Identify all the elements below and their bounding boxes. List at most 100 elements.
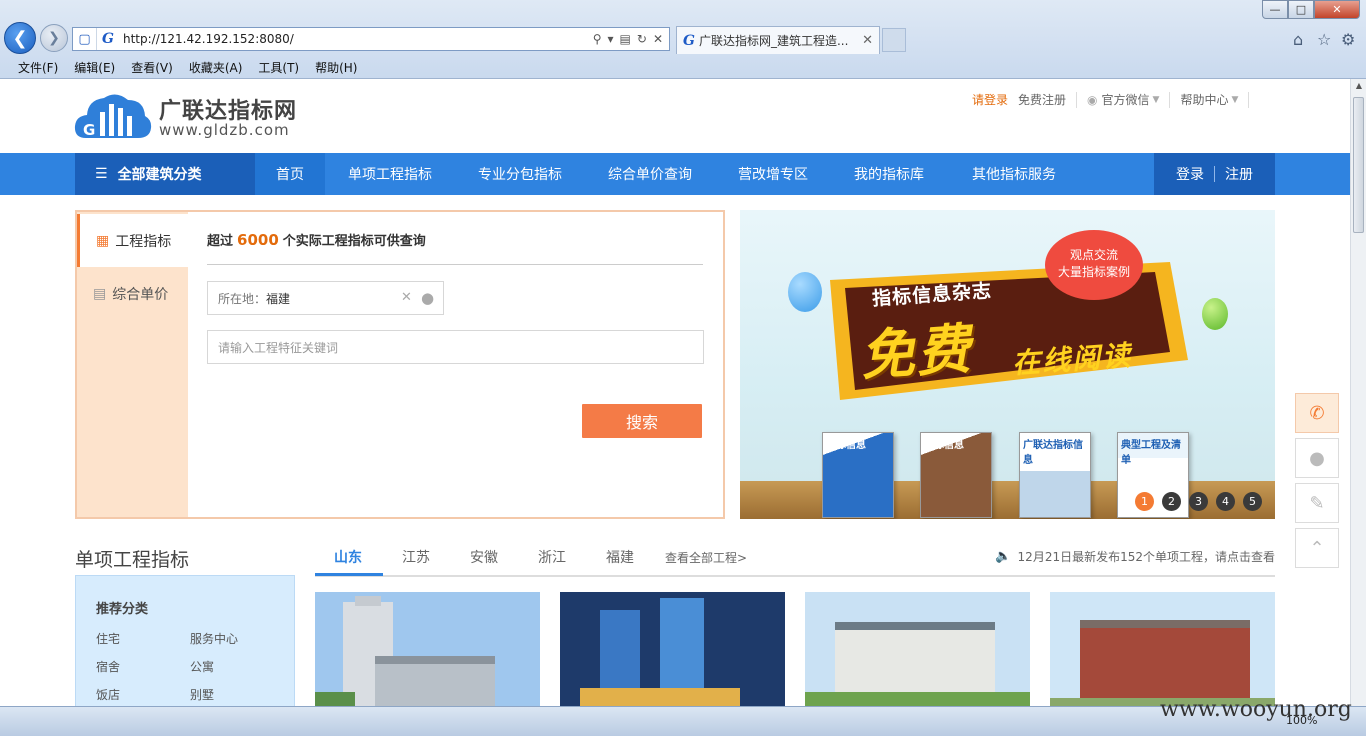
tab-unit-price[interactable]: ▤ 综合单价 xyxy=(77,267,188,320)
favorites-star-icon[interactable]: ☆ xyxy=(1317,30,1331,49)
recommend-item[interactable]: 服务中心 xyxy=(190,630,238,647)
menu-help[interactable]: 帮助(H) xyxy=(315,59,357,76)
region-tab-fujian[interactable]: 福建 xyxy=(606,547,634,567)
menu-view[interactable]: 查看(V) xyxy=(131,59,173,76)
building-photo xyxy=(805,592,1030,706)
nav-item-subcontract[interactable]: 专业分包指标 xyxy=(455,153,585,195)
pager-dot[interactable]: 2 xyxy=(1162,492,1181,511)
maximize-button[interactable]: □ xyxy=(1288,0,1314,19)
new-tab-button[interactable] xyxy=(882,28,906,52)
pager-dot[interactable]: 3 xyxy=(1189,492,1208,511)
search-icon[interactable]: ⚲ xyxy=(593,32,602,46)
recommend-panel: 推荐分类 住宅 服务中心 宿舍 公寓 饭店 别墅 xyxy=(75,575,295,706)
nav-item-my-library[interactable]: 我的指标库 xyxy=(831,153,947,195)
menu-edit[interactable]: 编辑(E) xyxy=(74,59,115,76)
region-tab-jiangsu[interactable]: 江苏 xyxy=(402,547,430,567)
project-thumbnail[interactable] xyxy=(560,592,785,706)
url-text[interactable]: http://121.42.192.152:8080/ xyxy=(119,32,593,46)
menu-favorites[interactable]: 收藏夹(A) xyxy=(189,59,243,76)
wechat-link[interactable]: 官方微信 xyxy=(1102,91,1150,108)
pager-dot[interactable]: 5 xyxy=(1243,492,1262,511)
zoom-level[interactable]: 100% xyxy=(1286,714,1317,727)
nav-login[interactable]: 登录 xyxy=(1176,164,1204,184)
feedback-button[interactable]: ✎ xyxy=(1295,483,1339,523)
search-panel: ▦ 工程指标 ▤ 综合单价 超过 6000 个实际工程指标可供查询 所在地： 福建 … xyxy=(75,210,725,519)
site-logo[interactable]: G 广联达指标网 www.gldzb.com xyxy=(74,90,304,142)
divider xyxy=(207,264,703,265)
project-thumbnail[interactable] xyxy=(315,592,540,706)
building-photo xyxy=(315,592,540,706)
close-button[interactable]: ✕ xyxy=(1314,0,1360,19)
login-link[interactable]: 请登录 xyxy=(972,91,1008,108)
banner-pager: 1 2 3 4 5 xyxy=(1135,492,1262,511)
nav-item-other-services[interactable]: 其他指标服务 xyxy=(947,153,1081,195)
settings-gear-icon[interactable]: ⚙ xyxy=(1341,30,1355,49)
stat-prefix: 超过 xyxy=(207,234,234,249)
menu-tools[interactable]: 工具(T) xyxy=(258,59,299,76)
chevron-down-icon: ▼ xyxy=(1152,94,1160,105)
browser-tab[interactable]: G 广联达指标网_建筑工程造... ✕ xyxy=(676,26,880,54)
menu-file[interactable]: 文件(F) xyxy=(18,59,58,76)
recommend-item[interactable]: 别墅 xyxy=(190,686,214,703)
phone-button[interactable]: ✆ xyxy=(1295,393,1339,433)
region-tabs: 山东 江苏 安徽 浙江 福建 查看全部工程> 🔈 12月21日最新发布152个单… xyxy=(315,539,1275,577)
pager-dot[interactable]: 4 xyxy=(1216,492,1235,511)
help-link[interactable]: 帮助中心 xyxy=(1180,91,1228,108)
region-tab-anhui[interactable]: 安徽 xyxy=(470,547,498,567)
arrow-right-icon: ❯ xyxy=(48,30,60,46)
register-link[interactable]: 免费注册 xyxy=(1018,91,1066,108)
stat-suffix: 个实际工程指标可供查询 xyxy=(282,234,426,249)
back-to-top-button[interactable]: ⌃ xyxy=(1295,528,1339,568)
refresh-icon[interactable]: ↻ xyxy=(637,32,647,46)
book-title: 指标信息 xyxy=(924,440,964,451)
search-tabs: ▦ 工程指标 ▤ 综合单价 xyxy=(77,212,188,517)
view-all-link[interactable]: 查看全部工程> xyxy=(665,549,747,566)
back-button[interactable]: ❮ xyxy=(4,22,36,54)
nav-register[interactable]: 注册 xyxy=(1225,164,1253,184)
clear-icon[interactable]: ✕ xyxy=(401,290,412,305)
nav-item-home[interactable]: 首页 xyxy=(255,153,325,195)
compat-shield-icon[interactable]: ▢ xyxy=(73,28,97,50)
search-stat: 超过 6000 个实际工程指标可供查询 xyxy=(207,230,426,249)
minimize-button[interactable]: — xyxy=(1262,0,1288,19)
notice[interactable]: 🔈 12月21日最新发布152个单项工程，请点击查看 xyxy=(995,548,1275,565)
scroll-up-icon[interactable]: ▲ xyxy=(1354,81,1364,91)
forward-button[interactable]: ❯ xyxy=(40,24,68,52)
nav-item-vat[interactable]: 营改增专区 xyxy=(715,153,831,195)
region-tab-shandong[interactable]: 山东 xyxy=(334,547,362,567)
nav-item-single-project[interactable]: 单项工程指标 xyxy=(325,153,455,195)
search-button[interactable]: 搜索 xyxy=(582,404,702,438)
dropdown-icon[interactable]: ▾ xyxy=(608,32,614,46)
promo-banner[interactable]: 指标信息杂志 免费 在线阅读 观点交流 大量指标案例 指标信息 指标信息 广联达… xyxy=(740,210,1275,519)
recommend-item[interactable]: 饭店 xyxy=(96,686,120,703)
recommend-title: 推荐分类 xyxy=(96,602,149,617)
region-tab-zhejiang[interactable]: 浙江 xyxy=(538,547,566,567)
site-domain: www.gldzb.com xyxy=(159,121,290,139)
nav-item-unit-price[interactable]: 综合单价查询 xyxy=(585,153,715,195)
keyword-input[interactable]: 请输入工程特征关键词 xyxy=(207,330,704,364)
recommend-item[interactable]: 住宅 xyxy=(96,630,120,647)
recommend-item[interactable]: 宿舍 xyxy=(96,658,120,675)
pager-dot[interactable]: 1 xyxy=(1135,492,1154,511)
all-categories-button[interactable]: ☰ 全部建筑分类 xyxy=(75,153,255,195)
top-links: 请登录 免费注册 ◉ 官方微信 ▼ 帮助中心 ▼ xyxy=(972,91,1259,108)
qq-button[interactable]: ● xyxy=(1295,438,1339,478)
project-thumbnail[interactable] xyxy=(805,592,1030,706)
location-select[interactable]: 所在地： 福建 ✕ ● xyxy=(207,281,444,315)
project-thumbnail[interactable] xyxy=(1050,592,1275,706)
magazine-book: 指标信息 xyxy=(822,432,894,518)
stop-icon[interactable]: ✕ xyxy=(653,32,663,46)
tab-close-icon[interactable]: ✕ xyxy=(862,33,873,48)
speech-bubble: 观点交流 大量指标案例 xyxy=(1045,230,1143,300)
magazine-book: 指标信息 xyxy=(920,432,992,518)
home-icon[interactable]: ⌂ xyxy=(1293,30,1303,49)
scroll-thumb[interactable] xyxy=(1353,97,1364,233)
divider xyxy=(1248,91,1250,108)
location-pin-icon[interactable]: ● xyxy=(421,289,434,307)
address-bar[interactable]: ▢ G http://121.42.192.152:8080/ ⚲ ▾ ▤ ↻ … xyxy=(72,27,670,51)
location-value: 福建 xyxy=(266,291,291,306)
compat-view-icon[interactable]: ▤ xyxy=(620,32,631,46)
tab-project-index[interactable]: ▦ 工程指标 xyxy=(77,214,188,267)
page-scrollbar[interactable]: ▲ xyxy=(1350,79,1366,706)
recommend-item[interactable]: 公寓 xyxy=(190,658,214,675)
